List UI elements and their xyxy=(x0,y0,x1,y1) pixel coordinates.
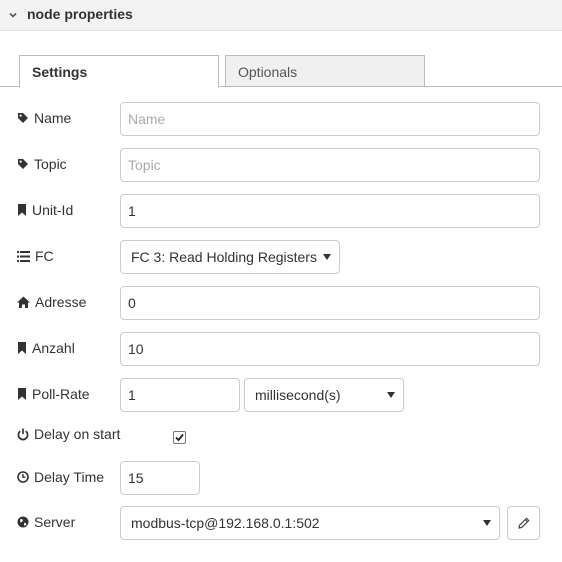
delay-on-start-label: Delay on start xyxy=(34,426,121,442)
dropdown-arrow-icon xyxy=(323,254,331,260)
tab-settings[interactable]: Settings xyxy=(19,55,219,88)
server-select[interactable]: modbus-tcp@192.168.0.1:502 xyxy=(120,506,500,540)
poll-rate-unit-value: millisecond(s) xyxy=(255,387,341,403)
tag-icon xyxy=(18,159,28,169)
adresse-input[interactable] xyxy=(120,286,540,320)
home-icon xyxy=(17,296,30,308)
name-label: Name xyxy=(34,110,72,126)
unit-id-input[interactable] xyxy=(120,194,540,228)
dropdown-arrow-icon xyxy=(387,392,395,398)
server-label: Server xyxy=(34,514,76,530)
anzahl-input[interactable] xyxy=(120,332,540,366)
bookmark-icon xyxy=(18,342,26,354)
adresse-label: Adresse xyxy=(35,294,87,310)
fc-select[interactable]: FC 3: Read Holding Registers xyxy=(120,240,340,274)
list-icon xyxy=(17,250,30,262)
pencil-icon xyxy=(517,517,530,529)
poll-rate-label: Poll-Rate xyxy=(32,386,90,402)
globe-icon xyxy=(17,516,29,528)
fc-label: FC xyxy=(35,248,54,264)
node-properties-header[interactable]: node properties xyxy=(0,0,562,31)
dropdown-arrow-icon xyxy=(483,520,491,526)
chevron-down-icon xyxy=(9,12,17,18)
header-title: node properties xyxy=(27,6,133,22)
checkmark-icon xyxy=(175,433,184,442)
server-selected-value: modbus-tcp@192.168.0.1:502 xyxy=(131,515,320,531)
fc-selected-value: FC 3: Read Holding Registers xyxy=(131,249,317,265)
bookmark-icon xyxy=(18,388,26,400)
topic-input[interactable] xyxy=(120,148,540,182)
unit-id-label: Unit-Id xyxy=(32,202,74,218)
tab-bar: Settings Optionals xyxy=(0,54,562,88)
clock-icon xyxy=(17,471,29,483)
bookmark-icon xyxy=(18,204,26,216)
poll-rate-unit-select[interactable]: millisecond(s) xyxy=(244,378,404,412)
edit-server-button[interactable] xyxy=(507,506,540,540)
name-input[interactable] xyxy=(120,102,540,136)
power-icon xyxy=(17,428,29,440)
tag-icon xyxy=(18,113,28,123)
poll-rate-input[interactable] xyxy=(120,378,240,412)
tab-optionals[interactable]: Optionals xyxy=(225,55,425,87)
delay-time-input[interactable] xyxy=(120,461,200,495)
topic-label: Topic xyxy=(34,156,67,172)
anzahl-label: Anzahl xyxy=(32,340,75,356)
delay-time-label: Delay Time xyxy=(34,469,105,485)
delay-on-start-checkbox[interactable] xyxy=(173,431,186,444)
